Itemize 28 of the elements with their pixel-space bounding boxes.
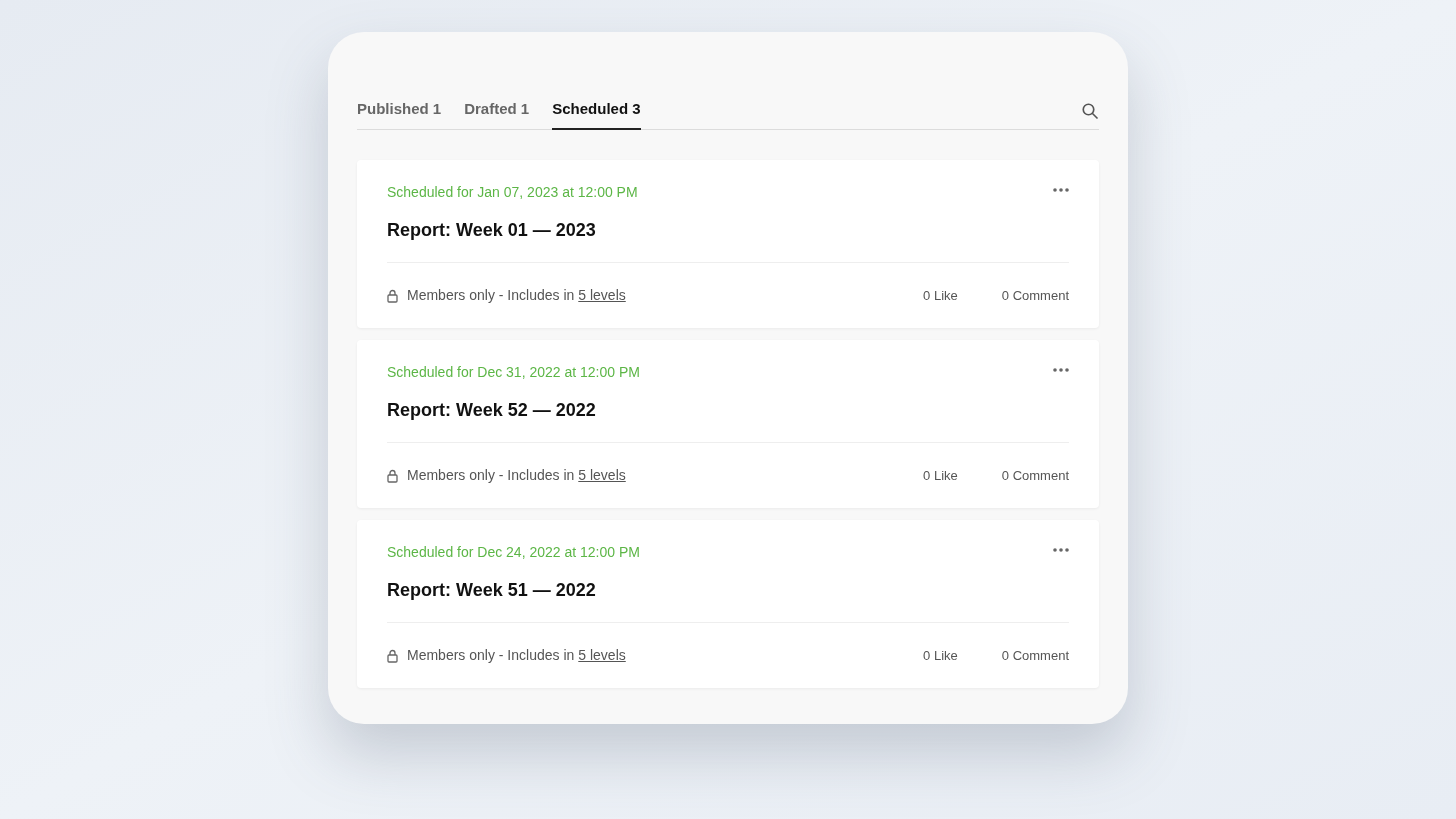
comment-count[interactable]: 0 Comment	[1001, 465, 1069, 486]
tab[interactable]: Drafted 1	[464, 97, 530, 130]
lock-icon	[387, 648, 398, 663]
comment-count[interactable]: 0 Comment	[1001, 645, 1069, 666]
tab[interactable]: Published 1	[357, 97, 442, 130]
schedule-date: Scheduled for Jan 07, 2023 at 12:00 PM	[387, 183, 638, 202]
access-text: Members only - Includes in	[407, 646, 575, 665]
tab[interactable]: Scheduled 3	[552, 97, 641, 130]
like-count[interactable]: 0 Like	[923, 465, 958, 486]
schedule-date: Scheduled for Dec 31, 2022 at 12:00 PM	[387, 363, 640, 382]
like-count[interactable]: 0 Like	[923, 285, 958, 306]
post-title[interactable]: Report: Week 01 — 2023	[387, 217, 1069, 244]
access-text: Members only - Includes in	[407, 466, 575, 485]
levels-link[interactable]: 5 levels	[578, 285, 626, 306]
access-text: Members only - Includes in	[407, 286, 575, 305]
post-title[interactable]: Report: Week 51 — 2022	[387, 577, 1069, 604]
levels-link[interactable]: 5 levels	[578, 645, 626, 666]
more-icon[interactable]	[1053, 548, 1069, 552]
more-icon[interactable]	[1053, 188, 1069, 192]
like-count[interactable]: 0 Like	[923, 645, 958, 666]
search-icon[interactable]	[1081, 102, 1099, 120]
comment-count[interactable]: 0 Comment	[1001, 285, 1069, 306]
levels-link[interactable]: 5 levels	[578, 465, 626, 486]
schedule-date: Scheduled for Dec 24, 2022 at 12:00 PM	[387, 543, 640, 562]
more-icon[interactable]	[1053, 368, 1069, 372]
lock-icon	[387, 288, 398, 303]
post-title[interactable]: Report: Week 52 — 2022	[387, 397, 1069, 424]
lock-icon	[387, 468, 398, 483]
